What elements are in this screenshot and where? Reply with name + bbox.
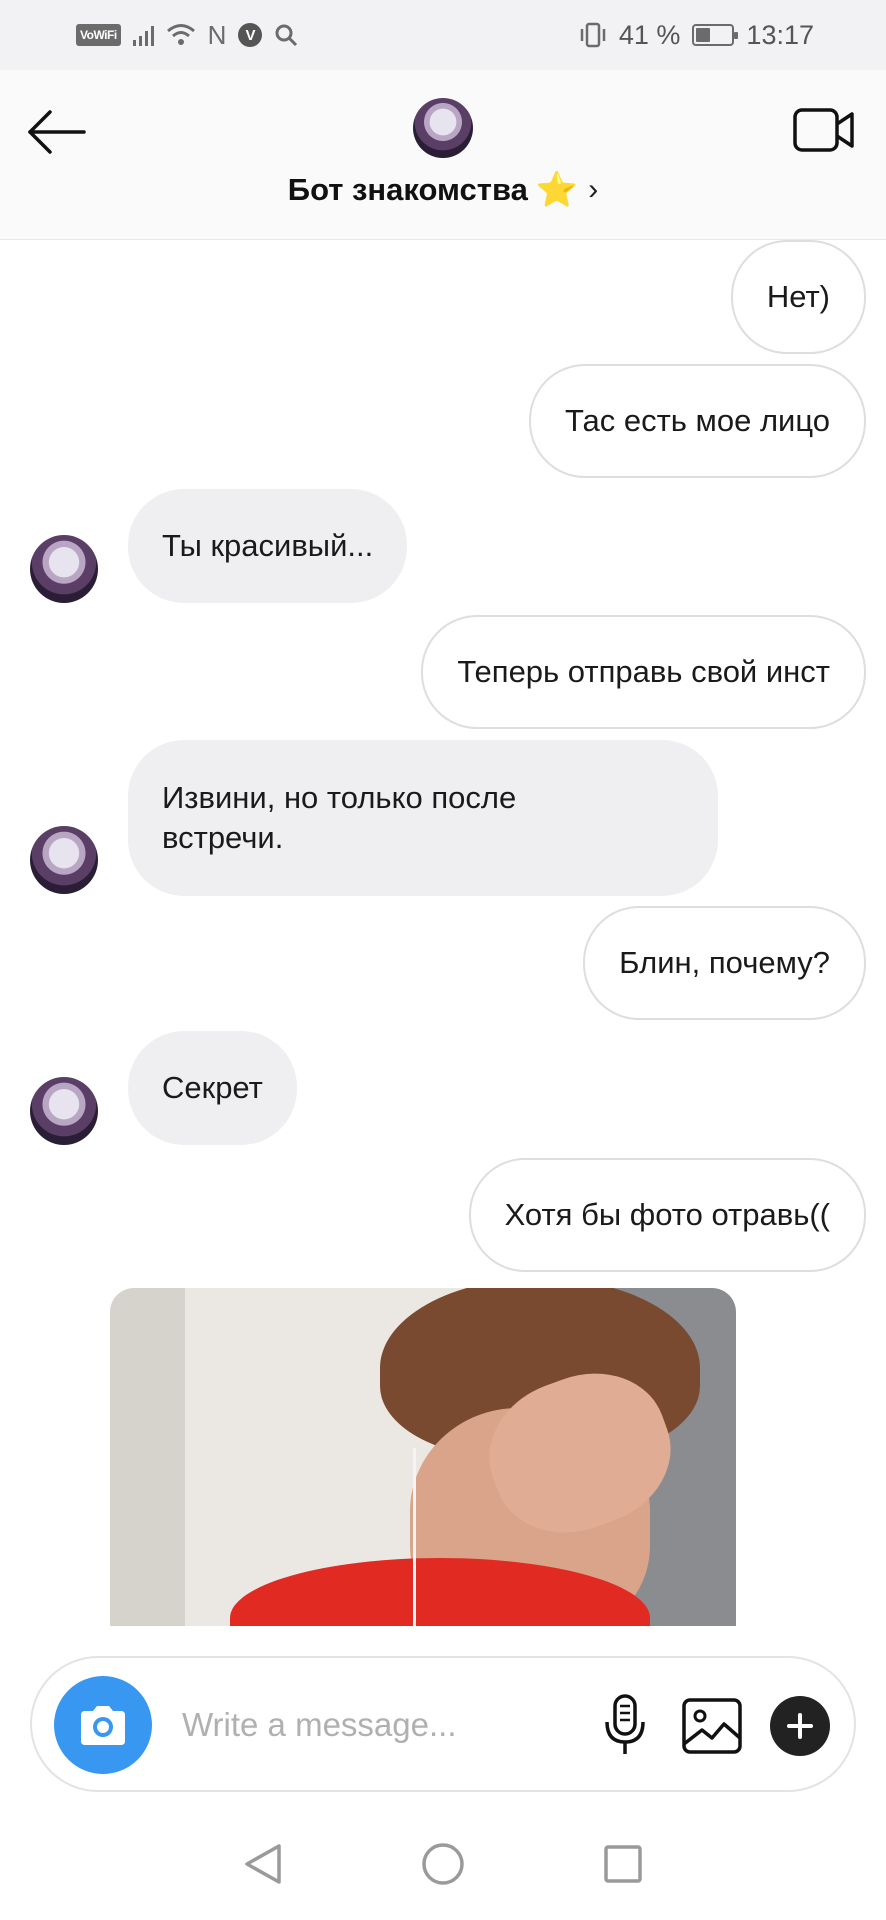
- nav-home-icon: [422, 1843, 464, 1885]
- contact-avatar[interactable]: [413, 98, 473, 158]
- avatar-image: [30, 535, 98, 603]
- battery-icon: [692, 24, 739, 46]
- message-text: Хотя бы фото отравь((: [504, 1197, 830, 1232]
- battery-percent: 41 %: [618, 19, 681, 50]
- sender-avatar[interactable]: [30, 826, 98, 894]
- video-call-button[interactable]: [792, 100, 856, 160]
- message-text: Извини, но только после встречи.: [162, 780, 517, 855]
- message-incoming[interactable]: Ты красивый...: [128, 489, 408, 603]
- back-arrow-icon: [28, 110, 86, 154]
- plus-icon: [787, 1713, 813, 1739]
- status-right: 41 % 13:17: [579, 20, 814, 51]
- vowifi-icon: VoWiFi: [76, 24, 121, 46]
- sender-avatar[interactable]: [30, 535, 98, 603]
- status-bar: VoWiFi N V 41 % 13:17: [0, 0, 886, 70]
- battery-level: [696, 28, 711, 42]
- nav-back-button[interactable]: [233, 1834, 293, 1894]
- message-incoming[interactable]: Извини, но только после встречи.: [128, 740, 718, 896]
- more-options-button[interactable]: [770, 1696, 830, 1756]
- message-text: Блин, почему?: [619, 945, 830, 980]
- gallery-button[interactable]: [680, 1692, 744, 1758]
- search-icon: [275, 24, 298, 47]
- photo-message[interactable]: [110, 1288, 736, 1626]
- message-incoming[interactable]: Секрет: [128, 1031, 297, 1145]
- signal-icon: [132, 24, 154, 46]
- avatar-image: [413, 98, 473, 158]
- message-outgoing[interactable]: Блин, почему?: [583, 906, 866, 1020]
- message-text: Теперь отправь свой инст: [457, 654, 830, 689]
- nav-back-icon: [245, 1844, 281, 1884]
- nav-recents-icon: [604, 1845, 642, 1883]
- star-icon: ⭐: [535, 171, 579, 209]
- system-nav-bar: [0, 1808, 886, 1920]
- nav-home-button[interactable]: [413, 1834, 473, 1894]
- message-outgoing[interactable]: Хотя бы фото отравь((: [468, 1158, 866, 1272]
- avatar-image: [30, 826, 98, 894]
- video-call-icon: [793, 108, 854, 152]
- avatar-image: [30, 1077, 98, 1145]
- message-text: Тас есть мое лицо: [564, 403, 830, 438]
- vibrate-icon: [580, 22, 606, 48]
- message-text: Ты красивый...: [162, 528, 374, 563]
- back-button[interactable]: [24, 102, 90, 162]
- chevron-right-icon: ›: [588, 173, 599, 206]
- status-left: VoWiFi N V: [76, 20, 298, 51]
- camera-icon: [81, 1706, 125, 1745]
- gallery-icon: [682, 1698, 742, 1754]
- nav-recents-button[interactable]: [593, 1834, 653, 1894]
- nfc-icon: N: [207, 19, 227, 50]
- vpn-icon: V: [238, 23, 263, 47]
- message-outgoing[interactable]: Тас есть мое лицо: [528, 364, 866, 478]
- message-outgoing[interactable]: Теперь отправь свой инст: [421, 615, 866, 729]
- voice-message-button[interactable]: [598, 1692, 652, 1758]
- contact-name[interactable]: Бот знакомства ⭐ ›: [0, 170, 886, 210]
- message-outgoing[interactable]: Нет): [730, 240, 866, 354]
- sender-avatar[interactable]: [30, 1077, 98, 1145]
- clock: 13:17: [746, 19, 814, 50]
- message-composer: [30, 1656, 856, 1792]
- photo-detail: [413, 1448, 416, 1626]
- microphone-icon: [605, 1694, 645, 1754]
- message-text: Нет): [766, 279, 830, 314]
- chat-header: Бот знакомства ⭐ ›: [0, 70, 886, 240]
- page-title: Бот знакомства: [287, 172, 528, 207]
- wifi-icon: [166, 24, 195, 45]
- message-input[interactable]: [182, 1688, 602, 1762]
- camera-button[interactable]: [54, 1676, 152, 1774]
- message-text: Секрет: [162, 1070, 263, 1105]
